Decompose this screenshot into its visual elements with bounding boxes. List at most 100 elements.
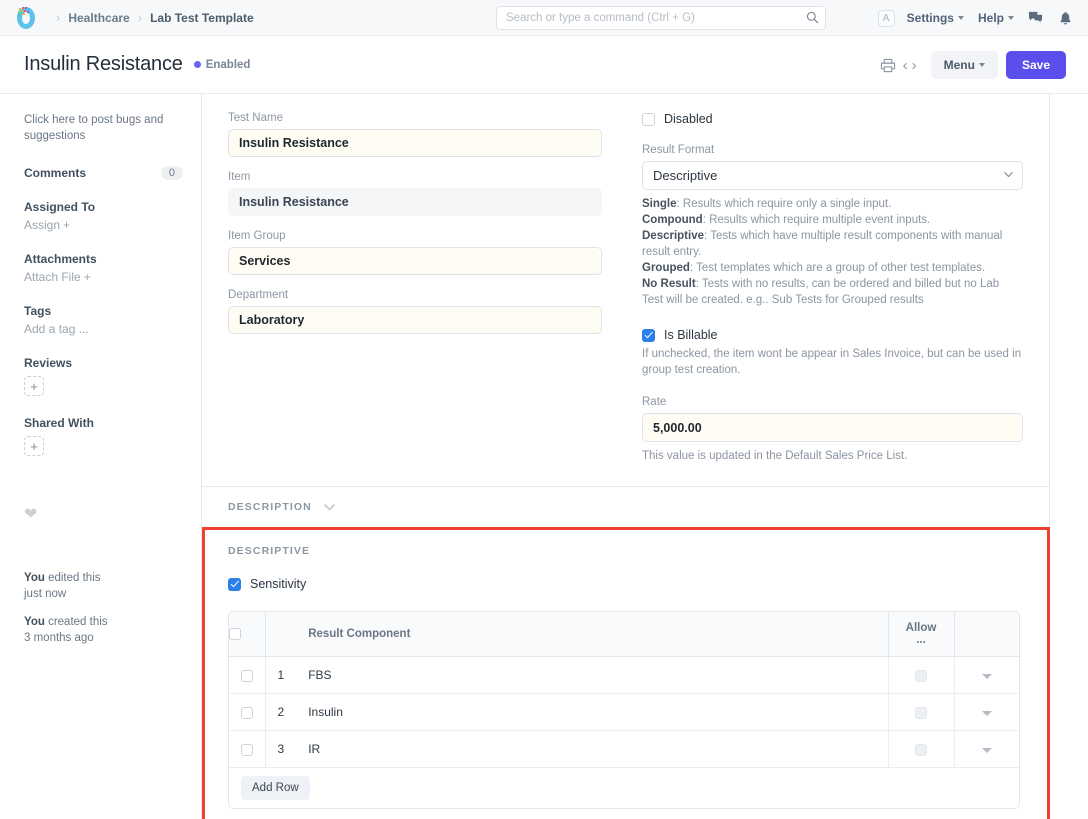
table-row[interactable]: 2 Insulin bbox=[229, 693, 1019, 731]
row-allow-checkbox[interactable] bbox=[915, 669, 927, 682]
attach-file-button[interactable]: Attach File + bbox=[24, 270, 183, 284]
sidebar-bug-note[interactable]: Click here to post bugs and suggestions bbox=[24, 112, 183, 144]
table-row[interactable]: 1 FBS bbox=[229, 656, 1019, 694]
form-card: Test Name Item Item Group Department bbox=[202, 94, 1050, 819]
page-header: Insulin Resistance Enabled ‹ › Menu Save bbox=[0, 36, 1088, 94]
test-name-input[interactable] bbox=[228, 129, 602, 157]
assign-label: Assign bbox=[24, 218, 61, 232]
chevron-down-icon bbox=[957, 16, 964, 20]
page-header-actions: ‹ › Menu Save bbox=[880, 36, 1066, 94]
chevron-down-icon[interactable] bbox=[981, 711, 992, 716]
breadcrumb-item-healthcare[interactable]: Healthcare bbox=[68, 11, 129, 25]
activity-edited-who: You bbox=[24, 572, 45, 584]
add-row-button[interactable]: Add Row bbox=[241, 776, 310, 800]
nav-help[interactable]: Help bbox=[978, 11, 1014, 25]
item-label: Item bbox=[228, 171, 251, 183]
row-allow-checkbox[interactable] bbox=[915, 706, 927, 719]
disabled-checkbox[interactable] bbox=[642, 112, 655, 126]
form-fields-area: Test Name Item Item Group Department bbox=[202, 94, 1049, 486]
result-format-select[interactable]: Single Compound Descriptive Grouped No R… bbox=[642, 161, 1023, 190]
breadcrumb-item-lab-test-template[interactable]: Lab Test Template bbox=[150, 11, 254, 25]
row-allow-checkbox[interactable] bbox=[915, 743, 927, 756]
table-header-row: Result Component Allow ... bbox=[229, 612, 1019, 657]
heart-icon[interactable]: ❤ bbox=[24, 504, 183, 524]
add-review-button[interactable]: + bbox=[24, 376, 44, 396]
field-test-name: Test Name bbox=[228, 112, 602, 157]
is-billable-label: Is Billable bbox=[664, 328, 718, 342]
row-result-component[interactable]: IR bbox=[296, 730, 889, 768]
result-components-table: Result Component Allow ... 1 FBS 2 Insul… bbox=[229, 612, 1019, 768]
logo-pixel bbox=[22, 6, 24, 9]
prev-doc-button[interactable]: ‹ bbox=[903, 58, 908, 73]
field-item-group: Item Group bbox=[228, 230, 602, 275]
sensitivity-checkbox[interactable] bbox=[228, 577, 241, 591]
chat-icon[interactable] bbox=[1028, 11, 1043, 25]
row-select-cell bbox=[229, 656, 266, 694]
chevron-down-icon[interactable] bbox=[981, 748, 992, 753]
chevron-down-icon[interactable] bbox=[324, 503, 335, 511]
sidebar-comments-label: Comments bbox=[24, 166, 87, 180]
sidebar-attachments-label: Attachments bbox=[24, 252, 97, 266]
rate-input[interactable] bbox=[642, 413, 1023, 442]
assign-button[interactable]: Assign + bbox=[24, 218, 183, 232]
table-head: Result Component Allow ... bbox=[229, 612, 1019, 657]
select-all-checkbox[interactable] bbox=[229, 627, 241, 640]
row-expand-cell bbox=[954, 693, 1019, 731]
search-container bbox=[496, 6, 826, 30]
activity-edited: You edited this just now bbox=[24, 570, 183, 602]
nav-settings-label: Settings bbox=[906, 11, 954, 25]
department-input[interactable] bbox=[228, 306, 602, 334]
field-sensitivity[interactable]: Sensitivity bbox=[228, 577, 1023, 591]
rate-label: Rate bbox=[642, 396, 667, 408]
add-share-button[interactable]: + bbox=[24, 436, 44, 456]
chevron-down-icon[interactable] bbox=[981, 674, 992, 679]
frappe-logo[interactable] bbox=[14, 6, 38, 30]
row-checkbox[interactable] bbox=[240, 706, 253, 719]
row-allow-cell bbox=[888, 656, 955, 694]
descriptive-section-wrapper: DESCRIPTIVE Sensitivity Result Component… bbox=[202, 527, 1050, 819]
page-title: Insulin Resistance bbox=[24, 53, 183, 75]
item-group-label: Item Group bbox=[228, 230, 286, 242]
activity-edited-what: edited this bbox=[44, 572, 101, 584]
row-result-component[interactable]: FBS bbox=[296, 656, 889, 694]
section-descriptive: DESCRIPTIVE Sensitivity Result Component… bbox=[202, 527, 1049, 809]
logo-pixel bbox=[27, 10, 29, 13]
row-index: 2 bbox=[265, 693, 297, 731]
avatar[interactable]: A bbox=[877, 9, 895, 27]
item-group-input[interactable] bbox=[228, 247, 602, 275]
row-allow-cell bbox=[888, 730, 955, 768]
field-is-billable[interactable]: Is Billable bbox=[642, 328, 1023, 342]
bell-icon[interactable] bbox=[1059, 11, 1072, 26]
is-billable-checkbox[interactable] bbox=[642, 328, 655, 342]
department-label: Department bbox=[228, 289, 289, 301]
field-disabled[interactable]: Disabled bbox=[642, 112, 1023, 126]
row-allow-cell bbox=[888, 693, 955, 731]
chevron-down-icon bbox=[978, 63, 985, 67]
row-checkbox[interactable] bbox=[240, 669, 253, 682]
section-descriptive-title: DESCRIPTIVE bbox=[228, 545, 311, 557]
help-term-descriptive: Descriptive bbox=[642, 230, 705, 242]
help-term-grouped: Grouped bbox=[642, 262, 690, 274]
status-badge: Enabled bbox=[193, 59, 250, 71]
nav-settings[interactable]: Settings bbox=[907, 11, 964, 25]
sidebar-comments[interactable]: Comments 0 bbox=[24, 166, 183, 180]
activity-created-what: created this bbox=[44, 616, 108, 628]
printer-icon[interactable] bbox=[880, 58, 896, 73]
add-tag-input[interactable]: Add a tag ... bbox=[24, 322, 183, 336]
section-description[interactable]: DESCRIPTION bbox=[202, 486, 1049, 527]
rate-help: This value is updated in the Default Sal… bbox=[642, 450, 908, 462]
sidebar-attachments: Attachments Attach File + bbox=[24, 252, 183, 284]
field-item: Item bbox=[228, 171, 602, 216]
item-input[interactable] bbox=[228, 188, 602, 216]
menu-button[interactable]: Menu bbox=[930, 51, 998, 79]
table-row[interactable]: 3 IR bbox=[229, 730, 1019, 768]
next-doc-button[interactable]: › bbox=[912, 58, 917, 73]
activity-created: You created this 3 months ago bbox=[24, 614, 183, 646]
result-components-grid: Result Component Allow ... 1 FBS 2 Insul… bbox=[228, 611, 1020, 809]
row-checkbox[interactable] bbox=[240, 743, 253, 756]
help-term-compound: Compound bbox=[642, 214, 703, 226]
save-button[interactable]: Save bbox=[1005, 51, 1066, 79]
search-input[interactable] bbox=[496, 6, 826, 30]
top-navbar: › Healthcare › Lab Test Template A Setti… bbox=[0, 0, 1088, 36]
row-result-component[interactable]: Insulin bbox=[296, 693, 889, 731]
